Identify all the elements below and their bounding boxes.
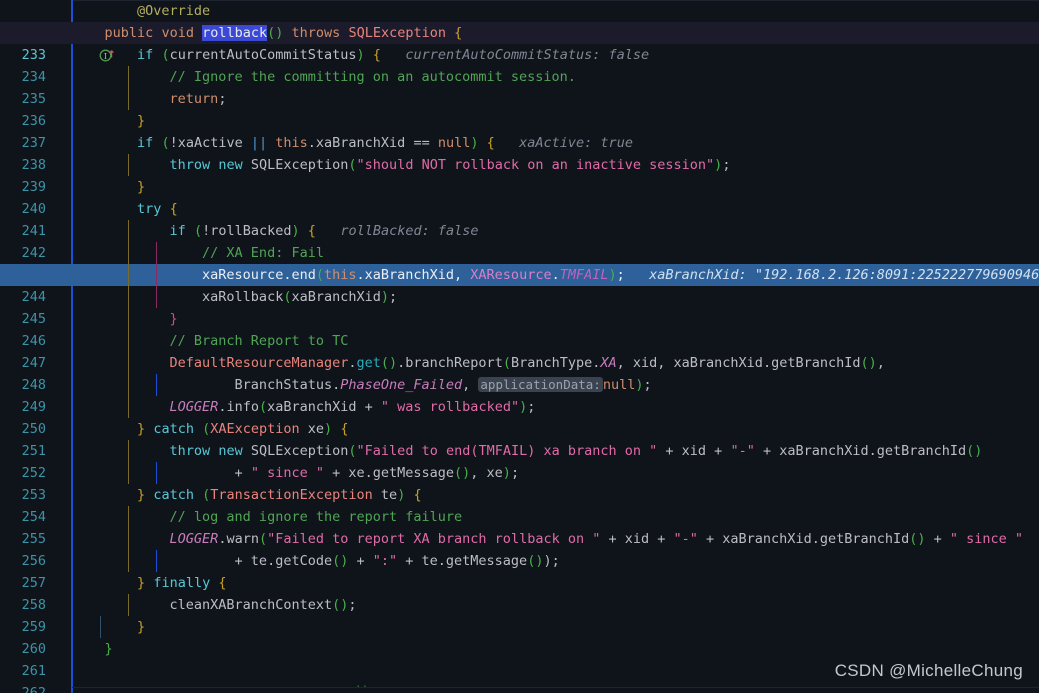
code-line-237[interactable]: 237 } [0,110,1039,151]
code-line-245[interactable]: 245 xaRollback(xaBranchXid); [0,286,1039,327]
code-line-242[interactable]: 242 if (!rollBacked) { rollBacked: false [0,220,1039,261]
watermark-text: CSDN @MichelleChung [834,661,1023,680]
code-line-233[interactable]: 233 I public void rollback() throws SQLE… [0,22,1039,63]
code-line-244[interactable]: 244 xaResource.end(this.xaBranchXid, XAR… [0,264,1039,305]
code-line-254[interactable]: 254 } catch (TransactionException te) { [0,484,1039,525]
code-line-235[interactable]: 235 // Ignore the committing on an autoc… [0,66,1039,107]
line-content: return; [72,88,1039,110]
code-line-256[interactable]: 256 LOGGER.warn("Failed to report XA bra… [0,528,1039,569]
line-content: throw new SQLException("Failed to end(TM… [72,440,1039,462]
code-line-241[interactable]: 241 try { [0,198,1039,239]
line-content: + te.getCode() + ":" + te.getMessage()); [72,550,1039,572]
inline-debug-hint-234: currentAutoCommitStatus: false [405,47,650,63]
line-content: public void rollback() throws SQLExcepti… [104,25,463,41]
line-content: } [72,308,1039,330]
line-content: } catch (TransactionException te) { [137,487,422,503]
inline-debug-hint-242: rollBacked: false [340,223,479,239]
line-content: // Branch Report to TC [72,330,1039,352]
inline-debug-hint-238: xaActive: true [519,135,633,151]
code-line-234[interactable]: 234 if (currentAutoCommitStatus) { curre… [0,44,1039,85]
line-content: if (!xaActive || this.xaBranchXid == nul… [137,135,633,151]
line-content: LOGGER.warn("Failed to report XA branch … [72,528,1039,550]
code-line-240[interactable]: 240 } [0,176,1039,217]
code-line-255[interactable]: 255 // log and ignore the report failure [0,506,1039,547]
code-line-257[interactable]: 257 + te.getCode() + ":" + te.getMessage… [0,550,1039,591]
code-line-246[interactable]: 246 } [0,308,1039,349]
editor-bottom-divider [72,687,1039,688]
code-line-260[interactable]: 260 } [0,616,1039,657]
selected-token[interactable]: rollback [202,25,268,41]
line-content: if (currentAutoCommitStatus) { currentAu… [137,47,650,63]
code-line-239[interactable]: 239 throw new SQLException("should NOT r… [0,154,1039,195]
line-content: @Override [72,3,211,19]
line-content: } [137,179,146,195]
code-line-248[interactable]: 248 DefaultResourceManager.get().branchR… [0,352,1039,393]
code-line-232[interactable]: 232 @Override [0,0,1039,41]
line-content: // log and ignore the report failure [72,506,1039,528]
line-content: } finally { [137,575,227,591]
line-content: xaResource.end(this.xaBranchXid, XAResou… [72,264,1039,286]
inline-debug-hint-244: xaBranchXid: "192.168.2.126:8091:2252227… [649,267,1039,283]
line-content: BranchStatus.PhaseOne_Failed, applicatio… [72,374,1039,396]
line-content: throw new SQLException("should NOT rollb… [72,154,1039,176]
line-content: // XA End: Fail [72,242,1039,264]
line-content: try { [137,201,178,217]
code-line-249[interactable]: 249 BranchStatus.PhaseOne_Failed, applic… [0,374,1039,415]
parameter-hint-application-data: applicationData: [478,377,603,392]
line-content: if (!rollBacked) { rollBacked: false [72,220,1039,242]
code-line-250[interactable]: 250 LOGGER.info(xaBranchXid + " was roll… [0,396,1039,437]
code-line-258[interactable]: 258 } finally { [0,572,1039,613]
line-content: LOGGER.info(xaBranchXid + " was rollback… [72,396,1039,418]
code-line-251[interactable]: 251 } catch (XAException xe) { [0,418,1039,459]
code-line-243[interactable]: 243 // XA End: Fail [0,242,1039,283]
code-line-253[interactable]: 253 + " since " + xe.getMessage(), xe); [0,462,1039,503]
line-content: // Ignore the committing on an autocommi… [72,66,1039,88]
code-line-247[interactable]: 247 // Branch Report to TC [0,330,1039,371]
line-content: } [72,616,1039,638]
line-number: 262 [21,685,46,693]
line-content: } catch (XAException xe) { [137,421,349,437]
overrides-method-icon[interactable]: I [50,25,114,62]
code-line-238[interactable]: 238 if (!xaActive || this.xaBranchXid ==… [0,132,1039,173]
line-content: + " since " + xe.getMessage(), xe); [72,462,1039,484]
line-content: } [137,113,146,129]
line-content: xaRollback(xaBranchXid); [72,286,1039,308]
line-content: cleanXABranchContext(); [72,594,1039,616]
code-line-252[interactable]: 252 throw new SQLException("Failed to en… [0,440,1039,481]
line-content: DefaultResourceManager.get().branchRepor… [72,352,1039,374]
code-line-261[interactable]: 261 } [0,638,1039,679]
code-line-259[interactable]: 259 cleanXABranchContext(); [0,594,1039,635]
code-editor[interactable]: 232 @Override 233 I public void rollback… [0,0,1039,693]
code-line-236[interactable]: 236 return; [0,88,1039,129]
folded-region-indicator: ·· [355,680,369,693]
line-content: } [104,641,113,657]
